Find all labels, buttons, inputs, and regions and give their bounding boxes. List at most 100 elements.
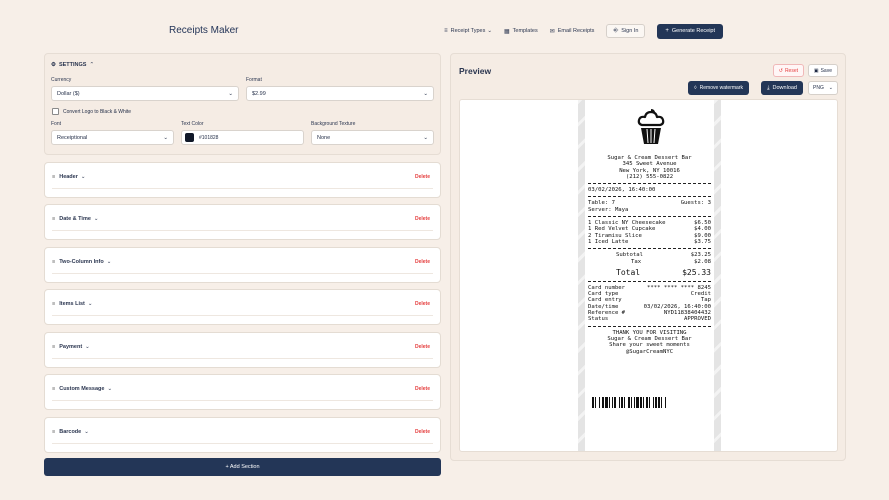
editor-panel: ⚙ SETTINGS ⌃ Currency Dollar ($) ⌄ Forma… [44, 53, 441, 453]
format-value: $2.99 [252, 90, 266, 97]
delete-button[interactable]: Delete [415, 216, 430, 222]
item-name: 1 Iced Latte [588, 238, 629, 245]
chevron-down-icon: ⌄ [163, 134, 168, 141]
delete-button[interactable]: Delete [415, 301, 430, 307]
convert-logo-option[interactable]: Convert Logo to Black & White [51, 108, 434, 115]
sections-list: ≡ Header ⌄ Delete ≡ Date & Time ⌄ Delete ≡ Two-Co… [44, 161, 441, 453]
separator [588, 196, 711, 198]
nav-receipt-types-label: Receipt Types [450, 28, 486, 34]
separator [588, 183, 711, 185]
nav-templates[interactable]: ▦ Templates [504, 28, 538, 35]
section-toggle[interactable]: ≡ Barcode ⌄ [52, 429, 89, 435]
section-title: Custom Message [59, 386, 105, 392]
separator [588, 216, 711, 218]
settings-toggle[interactable]: ⚙ SETTINGS ⌃ [51, 60, 434, 70]
nav-templates-label: Templates [512, 28, 538, 34]
reset-icon: ↺ [778, 67, 783, 74]
save-button[interactable]: ▣ Save [807, 64, 838, 77]
currency-select[interactable]: Dollar ($) ⌄ [51, 86, 239, 101]
font-select[interactable]: Receiptional ⌄ [51, 130, 174, 145]
receipt-payment: Card number **** **** **** 8245 Card type C… [585, 285, 714, 323]
barcode-bar [636, 397, 639, 408]
remove-watermark-label: Remove watermark [699, 85, 743, 91]
text-color-value: #101828 [199, 134, 219, 141]
delete-button[interactable]: Delete [415, 386, 430, 392]
section-card: ≡ Two-Column Info ⌄ Delete [44, 246, 441, 283]
download-label: Download [772, 85, 797, 91]
barcode-bar [649, 397, 650, 408]
reset-button[interactable]: ↺ Reset [772, 64, 804, 77]
barcode-bar [614, 397, 616, 408]
barcode-bar [619, 397, 620, 408]
section-toggle[interactable]: ≡ Two-Column Info ⌄ [52, 259, 111, 265]
barcode-bar [665, 397, 666, 408]
drag-handle-icon[interactable]: ≡ [52, 301, 55, 307]
chevron-down-icon: ⌄ [228, 90, 233, 97]
generate-receipt-button[interactable]: + Generate Receipt [657, 23, 723, 39]
barcode-bar [658, 397, 660, 408]
sign-in-button[interactable]: ⎆ Sign In [606, 24, 646, 38]
section-toggle[interactable]: ≡ Items List ⌄ [52, 301, 93, 307]
cupcake-logo-icon [637, 109, 665, 144]
section-card: ≡ Barcode ⌄ Delete [44, 416, 441, 453]
font-label: Font [51, 121, 62, 127]
section-toggle[interactable]: ≡ Payment ⌄ [52, 344, 90, 350]
divider [52, 272, 433, 274]
top-nav: ≡ Receipt Types ⌄ ▦ Templates ✉ Email Re… [432, 23, 723, 39]
mail-icon: ✉ [549, 28, 555, 35]
grid-icon: ▦ [503, 28, 510, 35]
chevron-down-icon: ⌄ [80, 173, 86, 180]
format-select[interactable]: $2.99 ⌄ [246, 86, 434, 101]
section-toggle[interactable]: ≡ Header ⌄ [52, 174, 85, 180]
drag-handle-icon[interactable]: ≡ [52, 216, 55, 222]
drag-handle-icon[interactable]: ≡ [52, 259, 55, 265]
barcode-bar [631, 397, 632, 408]
receipt-canvas: Sugar & Cream Dessert Bar 345 Sweet Aven… [459, 99, 838, 452]
payment-value: APPROVED [684, 316, 711, 323]
generate-receipt-label: Generate Receipt [671, 28, 715, 34]
delete-button[interactable]: Delete [415, 429, 430, 435]
section-toggle[interactable]: ≡ Date & Time ⌄ [52, 216, 99, 222]
format-label: Format [246, 77, 262, 83]
text-color-input[interactable]: #101828 [181, 130, 304, 145]
delete-button[interactable]: Delete [415, 344, 430, 350]
bg-texture-value: None [317, 134, 331, 141]
chevron-up-icon: ⌃ [89, 62, 95, 68]
preview-panel: Preview ↺ Reset ▣ Save ◊ Remove watermar… [450, 53, 846, 461]
drop-icon: ◊ [694, 85, 697, 91]
format-dropdown[interactable]: PNG ⌄ [808, 81, 838, 95]
section-toggle[interactable]: ≡ Custom Message ⌄ [52, 386, 112, 392]
section-title: Date & Time [59, 216, 91, 222]
divider [52, 357, 433, 359]
add-section-button[interactable]: + Add Section [44, 458, 441, 476]
guests-text: Guests: 3 [680, 200, 711, 207]
barcode-bar [609, 397, 610, 408]
barcode-bar [643, 397, 644, 408]
download-button[interactable]: ⤓ Download [761, 81, 803, 95]
barcode-bar [621, 397, 623, 408]
drag-handle-icon[interactable]: ≡ [52, 429, 55, 435]
nav-email-receipts-label: Email Receipts [557, 28, 595, 34]
delete-button[interactable]: Delete [415, 174, 430, 180]
barcode-bar [628, 397, 630, 408]
convert-logo-checkbox[interactable] [52, 108, 59, 115]
section-card: ≡ Payment ⌄ Delete [44, 331, 441, 368]
plus-icon: + [665, 28, 669, 34]
receipt-paper: Sugar & Cream Dessert Bar 345 Sweet Aven… [585, 100, 714, 451]
barcode-bar [612, 397, 613, 408]
drag-handle-icon[interactable]: ≡ [52, 386, 55, 392]
preview-title: Preview [459, 66, 492, 76]
drag-handle-icon[interactable]: ≡ [52, 174, 55, 180]
convert-logo-label: Convert Logo to Black & White [63, 108, 132, 115]
bg-texture-select[interactable]: None ⌄ [311, 130, 434, 145]
section-title: Two-Column Info [59, 258, 104, 265]
color-swatch[interactable] [185, 133, 194, 142]
section-title: Barcode [59, 428, 82, 435]
section-title: Payment [59, 343, 83, 350]
nav-email-receipts[interactable]: ✉ Email Receipts [550, 28, 595, 35]
nav-receipt-types[interactable]: ≡ Receipt Types ⌄ [444, 28, 492, 34]
remove-watermark-button[interactable]: ◊ Remove watermark [688, 81, 749, 95]
delete-button[interactable]: Delete [415, 259, 430, 265]
drag-handle-icon[interactable]: ≡ [52, 344, 55, 350]
gear-icon: ⚙ [51, 62, 56, 68]
